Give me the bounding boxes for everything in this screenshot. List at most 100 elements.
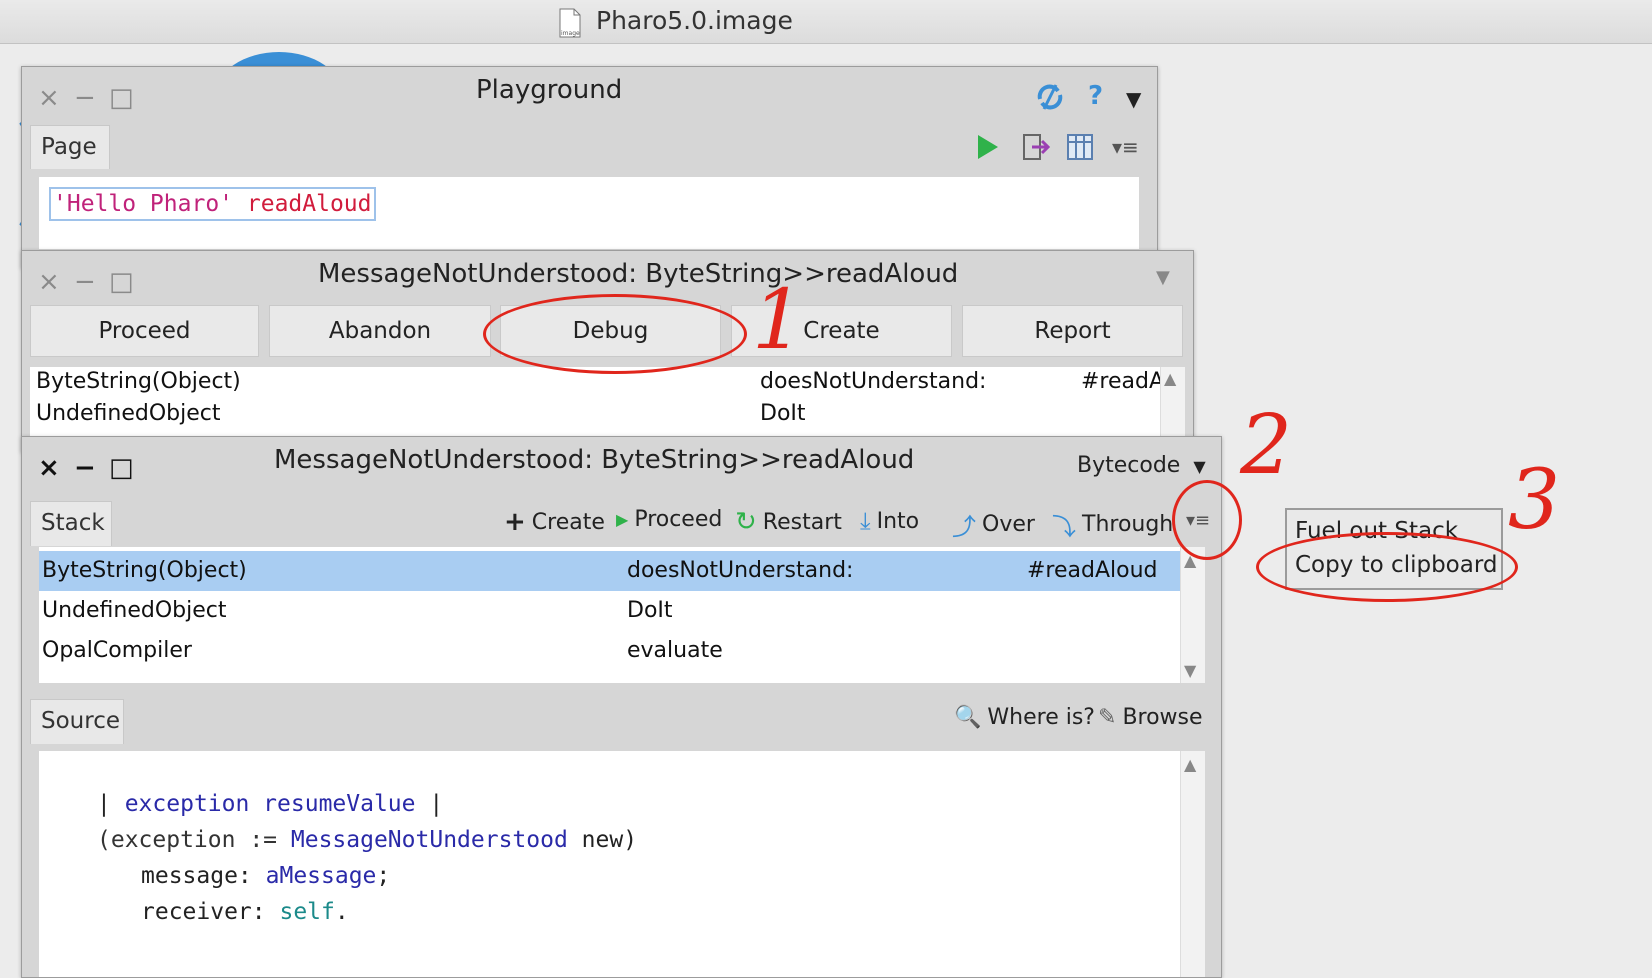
receiver-cell: UndefinedObject [42,598,227,623]
through-action[interactable]: ⤵ Through [1052,507,1173,542]
close-icon[interactable]: × [38,85,60,111]
code-selection: 'Hello Pharo' readAloud [49,187,376,221]
chevron-down-icon: ▼ [1193,457,1206,476]
debugger-stack-list[interactable]: ByteString(Object) doesNotUnderstand: #r… [39,547,1180,683]
image-file-icon: image [559,8,581,38]
window-title: Playground [476,75,623,105]
table-row[interactable]: ByteString(Object) doesNotUnderstand: #r… [39,551,1180,591]
sync-icon[interactable] [1034,81,1066,113]
arg-cell: #readAl [1081,369,1171,394]
code-token: ; [376,863,391,889]
scroll-up-icon[interactable]: ▲ [1164,369,1176,388]
playground-editor[interactable]: 'Hello Pharo' readAloud [39,177,1139,249]
restart-action[interactable]: ↻ Restart [735,507,842,537]
scrollbar[interactable]: ▲ ▼ [1180,547,1205,683]
proceed-label: Proceed [634,507,723,532]
tab-label: Stack [41,510,105,536]
scroll-up-icon[interactable]: ▲ [1184,755,1196,774]
source-editor[interactable]: | exception resumeValue | (exception := … [39,751,1180,977]
receiver-cell: ByteString(Object) [36,369,241,394]
close-icon[interactable]: × [38,269,60,295]
annotation-number-1: 1 [752,273,805,368]
receiver-cell: OpalCompiler [42,638,192,663]
over-label: Over [982,512,1035,537]
where-is-action[interactable]: 🔍 Where is? [954,705,1095,730]
maximize-icon[interactable]: □ [109,269,134,295]
browse-action[interactable]: ✎ Browse [1098,705,1203,730]
play-icon: ▶ [616,510,629,529]
minimize-icon[interactable]: − [74,85,96,111]
list-item[interactable]: UndefinedObject DoIt [30,399,1160,431]
pencil-icon: ✎ [1098,705,1117,730]
tab-page[interactable]: Page [30,125,110,169]
os-window-title: Pharo5.0.image [596,6,793,35]
over-action[interactable]: ⤴ Over [952,507,1035,542]
into-label: Into [876,508,920,534]
abandon-button[interactable]: Abandon [269,305,491,357]
code-keyword: message: [141,863,266,889]
dropdown-icon[interactable]: ▼ [1126,87,1141,111]
proceed-button[interactable]: Proceed [30,305,259,357]
receiver-cell: ByteString(Object) [42,558,247,583]
notifier-stack-list[interactable]: ByteString(Object) doesNotUnderstand: #r… [30,367,1170,447]
os-title-bar: image Pharo5.0.image [0,0,1652,44]
svg-text:image: image [561,30,580,37]
create-action[interactable]: + Create [504,507,605,537]
inspector-table-icon[interactable] [1066,133,1094,161]
step-into-icon: ⤓ [860,507,871,535]
close-icon[interactable]: × [38,455,60,481]
code-string: 'Hello Pharo' [53,191,234,217]
code-arg: self [279,899,335,925]
receiver-cell: UndefinedObject [36,401,221,426]
maximize-icon[interactable]: □ [109,85,134,111]
table-row[interactable]: OpalCompiler evaluate [39,631,1180,671]
scrollbar[interactable]: ▲ [1180,751,1205,977]
browse-label: Browse [1122,705,1203,730]
page-menu-icon[interactable]: ▾≡ [1112,135,1139,159]
maximize-icon[interactable]: □ [109,455,134,481]
method-cell: doesNotUnderstand: [627,558,854,583]
tab-label: Source [41,708,120,734]
annotation-number-3: 3 [1508,453,1561,548]
step-over-icon: ⤴ [952,513,976,541]
window-menu-icon[interactable]: ▼ [1156,267,1170,288]
code-line: receiver: self. [141,899,349,925]
code-token: (exception := [97,827,291,853]
export-icon[interactable] [1022,133,1050,161]
report-button[interactable]: Report [962,305,1183,357]
plus-icon: + [504,507,526,537]
step-through-icon: ⤵ [1052,513,1076,541]
window-title: MessageNotUnderstood: ByteString>>readAl… [318,259,959,289]
into-action[interactable]: ⤓ Into [860,507,919,535]
proceed-action[interactable]: ▶ Proceed [616,507,722,532]
help-icon[interactable]: ? [1088,81,1103,111]
table-row[interactable]: UndefinedObject DoIt [39,591,1180,631]
tab-label: Page [41,134,97,160]
code-token: new) [567,827,638,853]
annotation-circle-copy [1256,532,1518,602]
magnifier-icon: 🔍 [954,705,982,730]
annotation-circle-menu [1172,480,1242,560]
code-line: message: aMessage; [141,863,390,889]
code-selector: readAloud [246,191,372,217]
code-arg: aMessage [265,863,377,889]
scroll-down-icon[interactable]: ▼ [1184,661,1196,680]
code-keyword: receiver: [141,899,280,925]
playground-window: × − □ Playground ? ▼ Page ▾≡ 'Hello Phar… [21,66,1158,268]
run-icon[interactable] [976,133,1000,161]
method-cell: DoIt [627,598,673,623]
code-line: (exception := MessageNotUnderstood new) [97,827,637,853]
scrollbar[interactable]: ▲ [1160,367,1185,447]
create-label: Create [531,509,605,535]
code-line: | exception resumeValue | [97,791,444,817]
tab-source[interactable]: Source [30,699,124,744]
code-temps: exception resumeValue [124,791,416,817]
minimize-icon[interactable]: − [74,269,96,295]
tab-stack[interactable]: Stack [30,501,112,546]
window-title: MessageNotUnderstood: ByteString>>readAl… [274,445,915,475]
mode-selector[interactable]: Bytecode ▼ [1077,453,1206,478]
where-is-label: Where is? [987,705,1095,730]
method-cell: DoIt [760,401,806,426]
code-class: MessageNotUnderstood [290,827,568,853]
minimize-icon[interactable]: − [74,455,96,481]
